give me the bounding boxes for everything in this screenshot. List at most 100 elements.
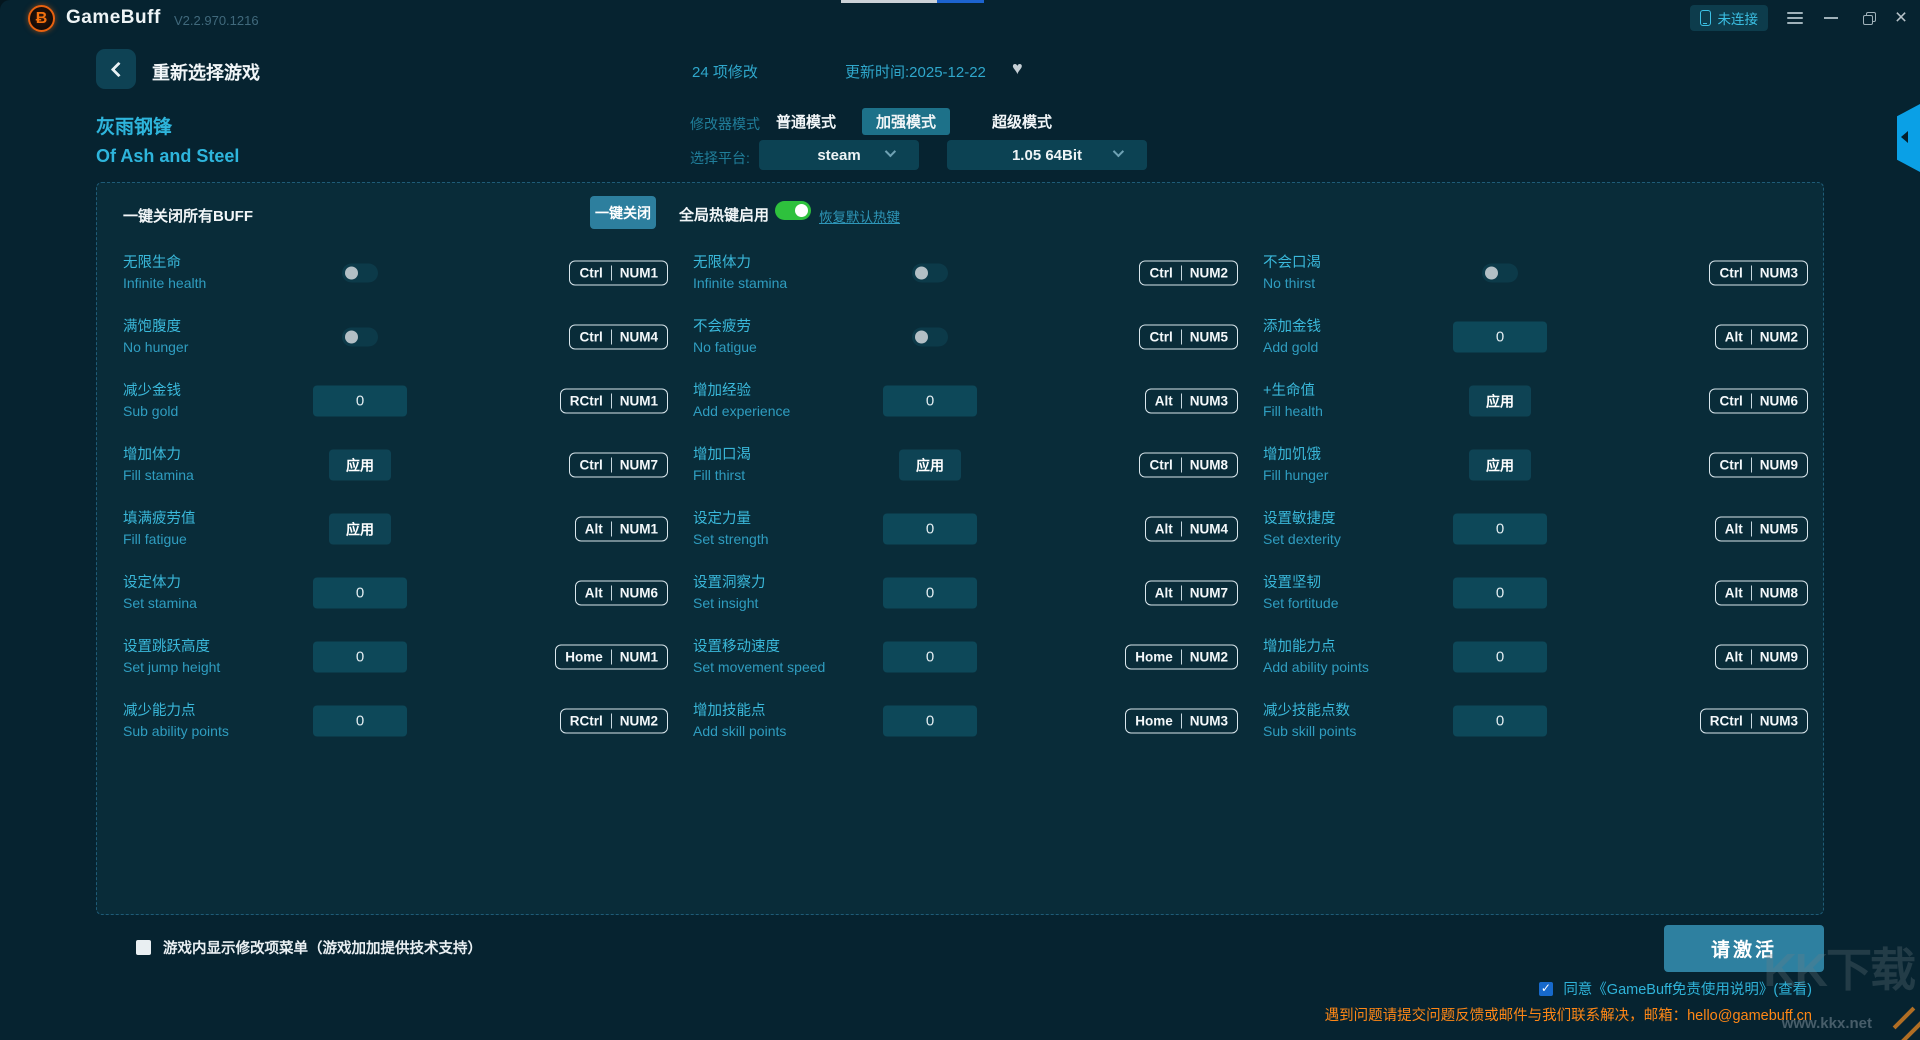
platform-dropdown[interactable]: steam [759, 140, 919, 170]
cheat-value-input[interactable] [313, 578, 407, 609]
maximize-button[interactable] [1856, 5, 1882, 31]
hotkey-badge[interactable]: Alt NUM2 [1715, 325, 1808, 350]
hotkey-badge[interactable]: Alt NUM5 [1715, 517, 1808, 542]
close-all-button[interactable]: 一键关闭 [590, 196, 656, 229]
cheat-value-input[interactable] [313, 706, 407, 737]
back-button[interactable] [96, 49, 136, 89]
hotkey-badge[interactable]: RCtrl NUM3 [1700, 709, 1808, 734]
activate-button[interactable]: 请激活 [1664, 925, 1824, 972]
hotkey-key: NUM7 [620, 458, 658, 473]
game-version-dropdown[interactable]: 1.05 64Bit [947, 140, 1147, 170]
hotkey-badge[interactable]: Alt NUM3 [1145, 389, 1238, 414]
agree-checkbox[interactable] [1539, 982, 1553, 996]
cheat-name-cn: 增加经验 [693, 382, 790, 402]
arrow-left-icon [1901, 131, 1908, 143]
cheat-item: 减少能力点 Sub ability points RCtrl NUM2 [123, 689, 668, 753]
hotkey-badge[interactable]: Ctrl NUM2 [1139, 261, 1238, 286]
hotkey-badge[interactable]: Ctrl NUM8 [1139, 453, 1238, 478]
cheat-value-input[interactable] [883, 642, 977, 673]
hotkey-separator [1751, 714, 1752, 729]
cheat-value-input[interactable] [883, 706, 977, 737]
hotkey-badge[interactable]: Ctrl NUM7 [569, 453, 668, 478]
cheat-apply-button[interactable]: 应用 [899, 450, 961, 481]
mode-selector-label: 修改器模式 [690, 114, 760, 134]
minimize-button[interactable] [1818, 5, 1844, 31]
restore-default-hotkeys-link[interactable]: 恢复默认热键 [819, 206, 900, 226]
hotkey-badge[interactable]: Alt NUM8 [1715, 581, 1808, 606]
hotkey-badge[interactable]: Ctrl NUM1 [569, 261, 668, 286]
cheat-name-en: Set insight [693, 593, 766, 612]
cheat-value-input[interactable] [1453, 514, 1547, 545]
agreement-text[interactable]: 同意《GameBuff免责使用说明》(查看) [1563, 978, 1812, 999]
hotkey-mod: Home [565, 650, 603, 665]
hotkey-mod: Alt [1725, 650, 1743, 665]
tab-mode-super[interactable]: 超级模式 [978, 108, 1066, 135]
cheat-name-cn: 设置跳跃高度 [123, 638, 220, 658]
cheat-control-slot [883, 264, 977, 283]
hotkey-badge[interactable]: Alt NUM1 [575, 517, 668, 542]
hotkey-badge[interactable]: Ctrl NUM3 [1709, 261, 1808, 286]
hotkey-badge[interactable]: Alt NUM9 [1715, 645, 1808, 670]
background-window-sliver-blue [937, 0, 984, 3]
cheat-value-input[interactable] [883, 514, 977, 545]
global-hotkey-toggle[interactable] [775, 201, 811, 220]
menu-button[interactable] [1782, 5, 1808, 31]
hotkey-badge[interactable]: Ctrl NUM9 [1709, 453, 1808, 478]
hotkey-badge[interactable]: Ctrl NUM5 [1139, 325, 1238, 350]
cheat-name-cn: +生命值 [1263, 382, 1323, 402]
hotkey-badge[interactable]: Alt NUM6 [575, 581, 668, 606]
cheat-toggle[interactable] [912, 264, 948, 283]
hotkey-badge[interactable]: Ctrl NUM4 [569, 325, 668, 350]
favorite-heart-icon[interactable]: ♥ [1012, 58, 1023, 79]
cheat-apply-button[interactable]: 应用 [1469, 450, 1531, 481]
connection-status-button[interactable]: 未连接 [1690, 5, 1769, 31]
side-panel-handle[interactable] [1897, 104, 1920, 172]
cheat-value-input[interactable] [883, 578, 977, 609]
ingame-menu-label: 游戏内显示修改项菜单（游戏加加提供技术支持） [163, 937, 482, 958]
close-button[interactable]: × [1888, 5, 1914, 31]
cheat-apply-button[interactable]: 应用 [329, 450, 391, 481]
cheat-names: 增加饥饿 Fill hunger [1263, 446, 1328, 484]
cheat-toggle[interactable] [1482, 264, 1518, 283]
cheat-value-input[interactable] [313, 642, 407, 673]
cheat-name-en: No hunger [123, 337, 188, 356]
cheat-toggle[interactable] [342, 264, 378, 283]
cheat-control-slot [1453, 578, 1547, 609]
cheat-value-input[interactable] [1453, 706, 1547, 737]
reselect-game-label[interactable]: 重新选择游戏 [152, 59, 260, 85]
cheat-value-input[interactable] [883, 386, 977, 417]
cheat-name-cn: 减少技能点数 [1263, 702, 1356, 722]
cheat-name-cn: 增加能力点 [1263, 638, 1369, 658]
hotkey-badge[interactable]: Ctrl NUM6 [1709, 389, 1808, 414]
tab-mode-normal[interactable]: 普通模式 [762, 108, 850, 135]
game-version-dropdown-value: 1.05 64Bit [1012, 147, 1082, 164]
cheat-names: 不会疲劳 No fatigue [693, 318, 757, 356]
hotkey-mod: Alt [1725, 330, 1743, 345]
cheat-value-input[interactable] [1453, 322, 1547, 353]
cheat-name-en: Infinite health [123, 273, 206, 292]
hotkey-key: NUM4 [1190, 522, 1228, 537]
hotkey-key: NUM2 [620, 714, 658, 729]
cheat-apply-button[interactable]: 应用 [1469, 386, 1531, 417]
hotkey-badge[interactable]: Alt NUM7 [1145, 581, 1238, 606]
cheat-apply-button[interactable]: 应用 [329, 514, 391, 545]
hotkey-badge[interactable]: RCtrl NUM1 [560, 389, 668, 414]
hotkey-badge[interactable]: Alt NUM4 [1145, 517, 1238, 542]
cheat-name-en: Fill thirst [693, 465, 751, 484]
hotkey-key: NUM3 [1760, 266, 1798, 281]
cheat-value-input[interactable] [1453, 578, 1547, 609]
hotkey-key: NUM2 [1760, 330, 1798, 345]
hotkey-badge[interactable]: Home NUM2 [1125, 645, 1238, 670]
cheat-toggle[interactable] [912, 328, 948, 347]
tab-mode-enhanced[interactable]: 加强模式 [862, 108, 950, 135]
hotkey-badge[interactable]: Home NUM3 [1125, 709, 1238, 734]
cheat-control-slot [313, 642, 407, 673]
hotkey-badge[interactable]: RCtrl NUM2 [560, 709, 668, 734]
ingame-menu-checkbox[interactable] [136, 940, 151, 955]
cheat-toggle[interactable] [342, 328, 378, 347]
hotkey-badge[interactable]: Home NUM1 [555, 645, 668, 670]
cheat-value-input[interactable] [1453, 642, 1547, 673]
cheat-value-input[interactable] [313, 386, 407, 417]
hotkey-key: NUM3 [1190, 394, 1228, 409]
cheat-name-cn: 填满疲劳值 [123, 510, 196, 530]
